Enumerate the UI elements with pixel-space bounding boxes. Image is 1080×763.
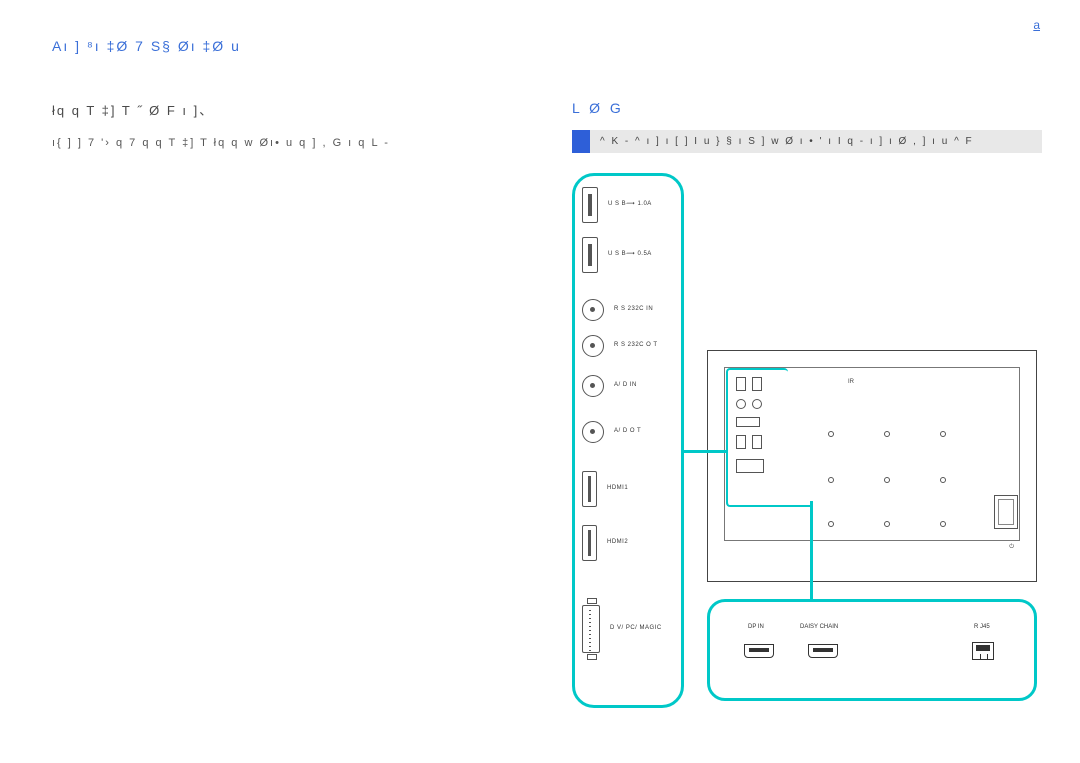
port-audio-out: A/ D O T [582, 421, 674, 443]
mini-port-icon [752, 435, 762, 449]
mini-port-icon [736, 377, 746, 391]
displayport-icon [744, 644, 774, 658]
port-label: DP IN [748, 624, 764, 630]
vesa-hole-icon [828, 521, 834, 527]
port-audio-in: A/ D IN [582, 375, 674, 397]
dvi-icon [582, 605, 600, 653]
left-column: łq q T ‡] T ˝ Ø F ı ]、 ı{ ] ] 7 '› q 7 q… [52, 100, 512, 149]
left-body: ı{ ] ] 7 '› q 7 q q T ‡] T łq q w Øı• u … [52, 137, 512, 149]
mini-port-icon [736, 459, 764, 473]
displayport-icon [808, 644, 838, 658]
ir-label: IR [848, 379, 854, 385]
usb-icon [582, 237, 598, 273]
jack-icon [582, 375, 604, 397]
port-usb-1: U S B⟿ 1.0A [582, 187, 674, 223]
callout-line [810, 501, 813, 601]
port-hdmi-2: HDMI2 [582, 525, 674, 561]
port-rs232c-out: R S 232C O T [582, 335, 674, 357]
chapter-header: Aı ] ⁸ı ‡Ø 7 S§ Øı ‡Ø u [52, 38, 241, 54]
right-column: L Ø G ^ K - ^ ı ] ı [ ] I u } § ı S ] w … [572, 100, 1042, 725]
vesa-hole-icon [940, 521, 946, 527]
jack-icon [582, 335, 604, 357]
usb-icon [582, 187, 598, 223]
port-area-highlight [726, 485, 812, 507]
mini-port-icon [752, 377, 762, 391]
vesa-hole-icon [940, 431, 946, 437]
mini-port-icon [736, 417, 760, 427]
port-label: R S 232C IN [614, 306, 653, 313]
hdmi-icon [582, 471, 597, 507]
right-title: L Ø G [572, 100, 1042, 116]
port-label: D V/ PC/ MAGIC [610, 625, 662, 632]
port-label: U S B⟿ 1.0A [608, 201, 652, 208]
mini-port-icon [752, 399, 762, 409]
power-label: ⏻ [1009, 544, 1014, 551]
vesa-hole-icon [884, 521, 890, 527]
port-label: R S 232C O T [614, 342, 658, 349]
jack-icon [582, 299, 604, 321]
mini-port-icon [736, 435, 746, 449]
page-number: a [1033, 18, 1040, 32]
vesa-hole-icon [940, 477, 946, 483]
port-label: DAISY CHAIN [800, 624, 838, 630]
note-callout: ^ K - ^ ı ] ı [ ] I u } § ı S ] w Ø ı • … [572, 130, 1042, 153]
power-inlet-icon [994, 495, 1018, 529]
port-label: R J45 [974, 624, 990, 630]
hdmi-icon [582, 525, 597, 561]
ports-diagram: U S B⟿ 1.0A U S B⟿ 0.5A R S 232C IN R S … [572, 165, 1042, 725]
port-label: A/ D O T [614, 428, 641, 435]
port-label: U S B⟿ 0.5A [608, 251, 652, 258]
port-label: A/ D IN [614, 382, 637, 389]
callout-line [684, 450, 726, 453]
mini-port-icon [736, 399, 746, 409]
port-dvi: D V/ PC/ MAGIC [582, 605, 674, 653]
left-title: łq q T ‡] T ˝ Ø F ı ]、 [52, 100, 512, 119]
vesa-hole-icon [884, 431, 890, 437]
rj45-icon [972, 642, 994, 660]
jack-icon [582, 421, 604, 443]
port-label: HDMI2 [607, 539, 628, 546]
port-hdmi-1: HDMI1 [582, 471, 674, 507]
vesa-hole-icon [884, 477, 890, 483]
port-label: HDMI1 [607, 485, 628, 492]
vesa-hole-icon [828, 431, 834, 437]
bottom-port-box: DP IN DAISY CHAIN R J45 [707, 599, 1037, 701]
port-usb-2: U S B⟿ 0.5A [582, 237, 674, 273]
port-rs232c-in: R S 232C IN [582, 299, 674, 321]
vesa-hole-icon [828, 477, 834, 483]
